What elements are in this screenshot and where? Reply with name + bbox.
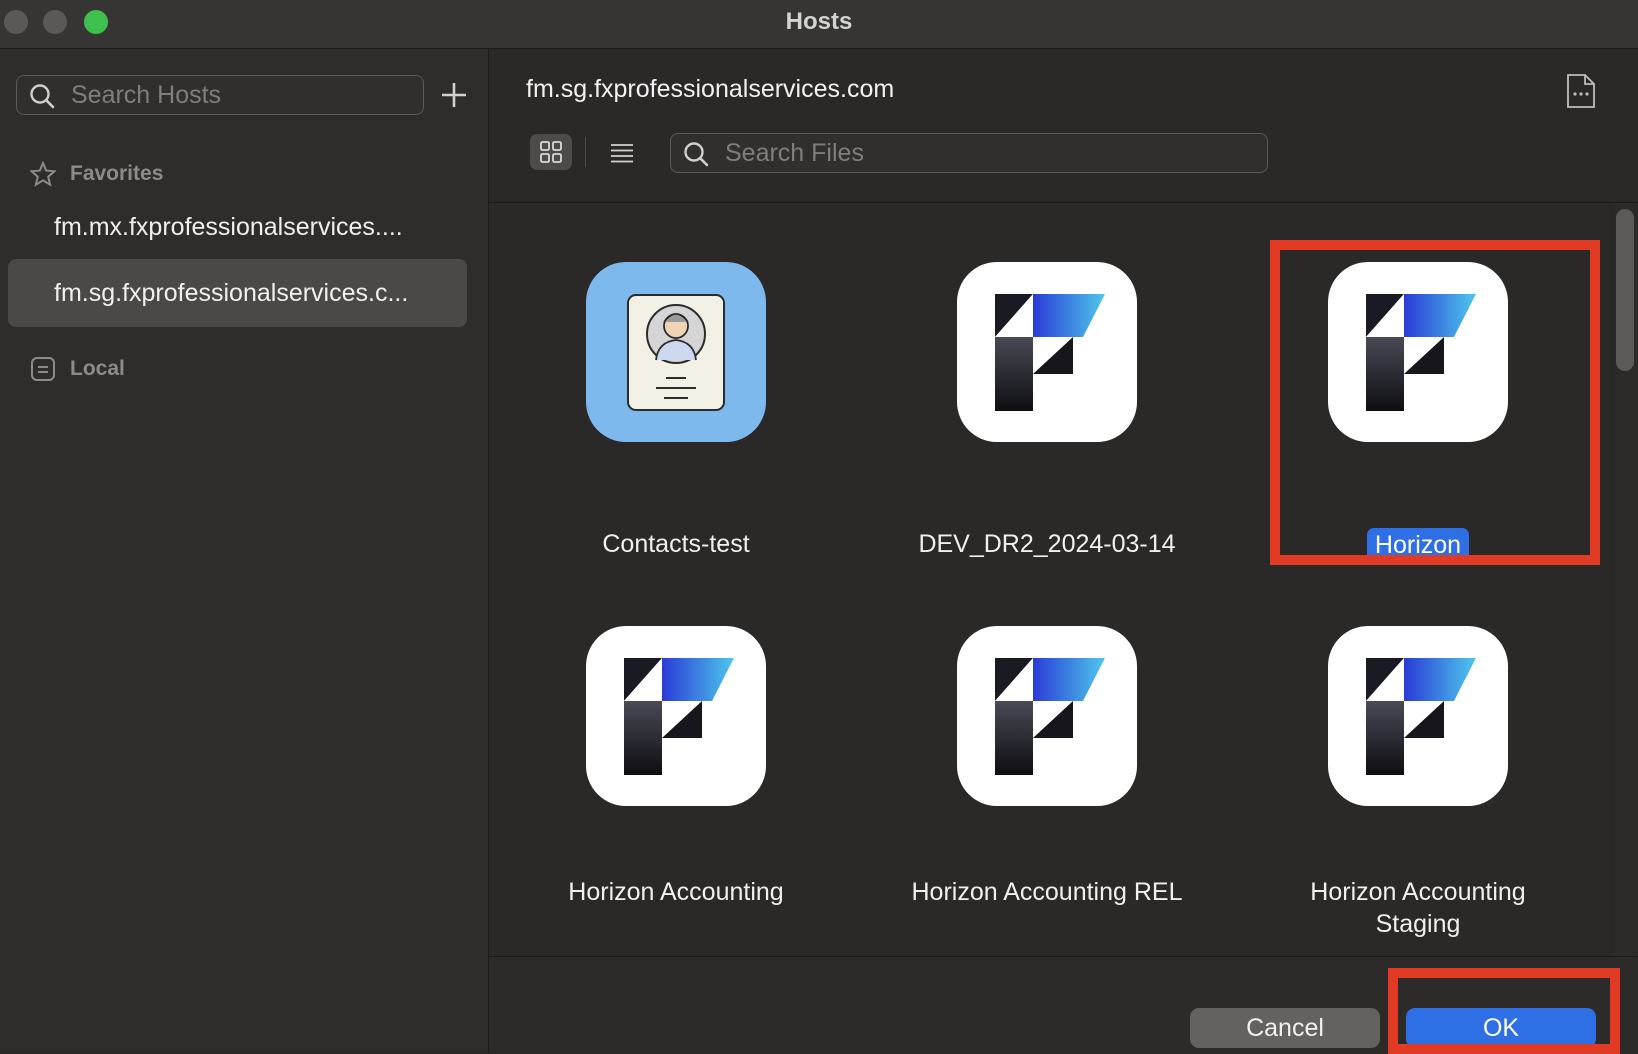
file-name: DEV_DR2_2024-03-14: [918, 530, 1176, 558]
view-toggle-divider: [585, 137, 586, 167]
highlight-annotation-horizon: [1270, 240, 1600, 565]
search-icon: [684, 142, 709, 167]
hosts-sidebar: Favorites fm.mx.fxprofessionalservices..…: [0, 49, 489, 1052]
title-bar: Hosts: [0, 0, 1638, 49]
search-icon: [30, 84, 55, 109]
file-tile-horizon-accounting-rel[interactable]: Horizon Accounting REL: [877, 626, 1217, 916]
favorites-label: Favorites: [70, 162, 164, 185]
favorite-host-label: fm.sg.fxprofessionalservices.c...: [54, 279, 409, 307]
local-drive-icon: [31, 357, 55, 381]
list-view-button[interactable]: [601, 134, 643, 170]
file-name: Horizon Accounting: [568, 878, 784, 906]
filemaker-app-icon: [1328, 626, 1508, 806]
favorite-host-label: fm.mx.fxprofessionalservices....: [54, 213, 403, 241]
search-hosts-input[interactable]: [69, 78, 413, 112]
search-files-input[interactable]: [723, 136, 1257, 170]
local-label: Local: [70, 357, 125, 380]
add-host-button[interactable]: [438, 75, 470, 113]
list-icon: [611, 144, 633, 163]
file-tile-horizon-accounting-staging[interactable]: Horizon Accounting Staging: [1248, 626, 1588, 938]
dialog-footer: Cancel OK: [489, 956, 1638, 1054]
scrollbar-thumb[interactable]: [1616, 209, 1634, 371]
contacts-app-icon: [586, 262, 766, 442]
highlight-annotation-ok: [1388, 968, 1620, 1054]
cancel-button[interactable]: Cancel: [1190, 1008, 1380, 1048]
favorite-host-sg[interactable]: fm.sg.fxprofessionalservices.c...: [8, 259, 467, 327]
file-tile-dev-dr2[interactable]: DEV_DR2_2024-03-14: [877, 262, 1217, 558]
file-name: Horizon Accounting REL: [911, 878, 1183, 906]
filemaker-app-icon: [957, 262, 1137, 442]
document-more-icon: [1567, 74, 1595, 108]
favorite-host-mx[interactable]: fm.mx.fxprofessionalservices....: [8, 193, 467, 261]
search-files-field[interactable]: [670, 133, 1268, 173]
toolbar-divider: [489, 202, 1638, 203]
document-options-button[interactable]: [1565, 73, 1597, 109]
star-icon: [30, 161, 56, 187]
window-title: Hosts: [785, 8, 853, 35]
plus-icon: [442, 83, 466, 107]
file-browser: fm.sg.fxprofessionalservices.com Search …: [489, 49, 1638, 1054]
file-name: Contacts-test: [602, 530, 750, 558]
search-hosts-field[interactable]: [16, 75, 424, 115]
filemaker-app-icon: [586, 626, 766, 806]
grid-view-button[interactable]: [530, 134, 572, 170]
file-tile-contacts-test[interactable]: Contacts-test: [506, 262, 846, 558]
file-name: Horizon Accounting Staging: [1310, 878, 1526, 938]
grid-icon: [540, 141, 562, 163]
host-title: fm.sg.fxprofessionalservices.com: [526, 75, 895, 103]
filemaker-app-icon: [957, 626, 1137, 806]
file-tile-horizon-accounting[interactable]: Horizon Accounting: [506, 626, 846, 916]
